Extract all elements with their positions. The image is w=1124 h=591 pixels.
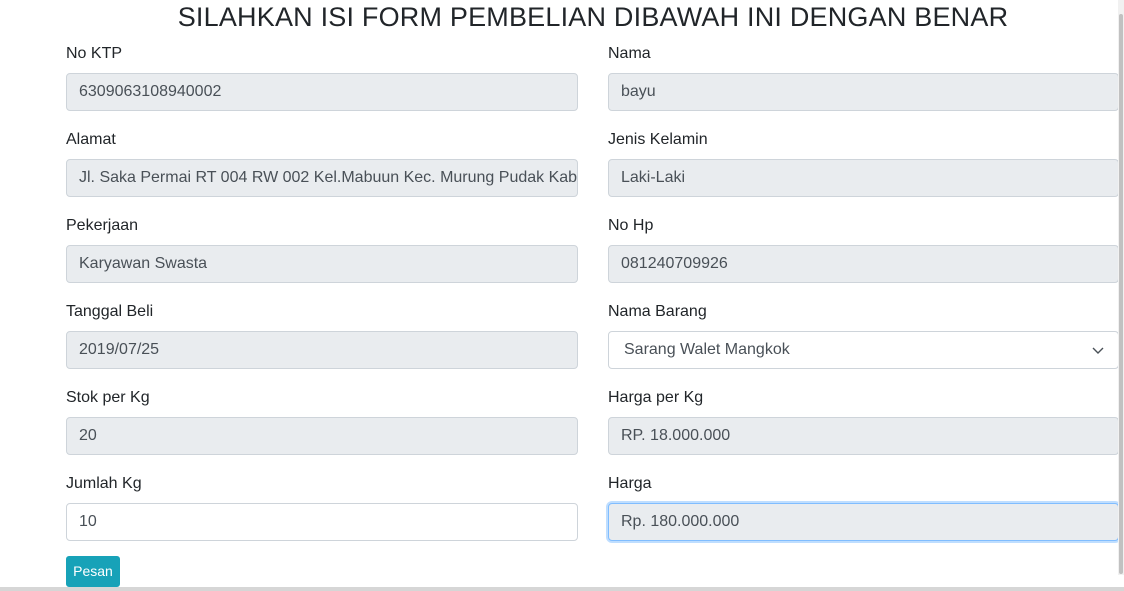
vertical-scrollbar-thumb[interactable]: [1119, 14, 1123, 574]
tanggal-beli-field[interactable]: 2019/07/25: [66, 331, 578, 369]
jenis-kelamin-field[interactable]: Laki-Laki: [608, 159, 1119, 197]
stok-field[interactable]: 20: [66, 417, 578, 455]
horizontal-scrollbar[interactable]: [0, 587, 1124, 591]
harga-per-kg-field[interactable]: RP. 18.000.000: [608, 417, 1119, 455]
jumlah-kg-label: Jumlah Kg: [66, 475, 142, 492]
jumlah-kg-input[interactable]: 10: [66, 503, 578, 541]
no-ktp-label: No KTP: [66, 45, 123, 62]
pesan-button[interactable]: Pesan: [66, 556, 120, 587]
no-hp-label: No Hp: [608, 217, 654, 234]
alamat-label: Alamat: [66, 131, 116, 148]
pekerjaan-label: Pekerjaan: [66, 217, 139, 234]
harga-label: Harga: [608, 475, 652, 492]
nama-label: Nama: [608, 45, 651, 62]
purchase-form-page: SILAHKAN ISI FORM PEMBELIAN DIBAWAH INI …: [0, 0, 1124, 591]
harga-field[interactable]: Rp. 180.000.000: [608, 503, 1119, 541]
jenis-kelamin-label: Jenis Kelamin: [608, 131, 708, 148]
nama-barang-select[interactable]: Sarang Walet Mangkok: [608, 331, 1119, 369]
no-hp-field[interactable]: 081240709926: [608, 245, 1119, 283]
vertical-scrollbar[interactable]: [1118, 0, 1124, 575]
stok-label: Stok per Kg: [66, 389, 150, 406]
alamat-field[interactable]: Jl. Saka Permai RT 004 RW 002 Kel.Mabuun…: [66, 159, 578, 197]
nama-field[interactable]: bayu: [608, 73, 1119, 111]
nama-barang-label: Nama Barang: [608, 303, 707, 320]
nama-barang-selected-value: Sarang Walet Mangkok: [624, 341, 790, 358]
no-ktp-field[interactable]: 6309063108940002: [66, 73, 578, 111]
tanggal-beli-label: Tanggal Beli: [66, 303, 154, 320]
page-title: SILAHKAN ISI FORM PEMBELIAN DIBAWAH INI …: [177, 2, 1009, 32]
harga-per-kg-label: Harga per Kg: [608, 389, 704, 406]
pekerjaan-field[interactable]: Karyawan Swasta: [66, 245, 578, 283]
chevron-down-icon: [1092, 347, 1104, 354]
